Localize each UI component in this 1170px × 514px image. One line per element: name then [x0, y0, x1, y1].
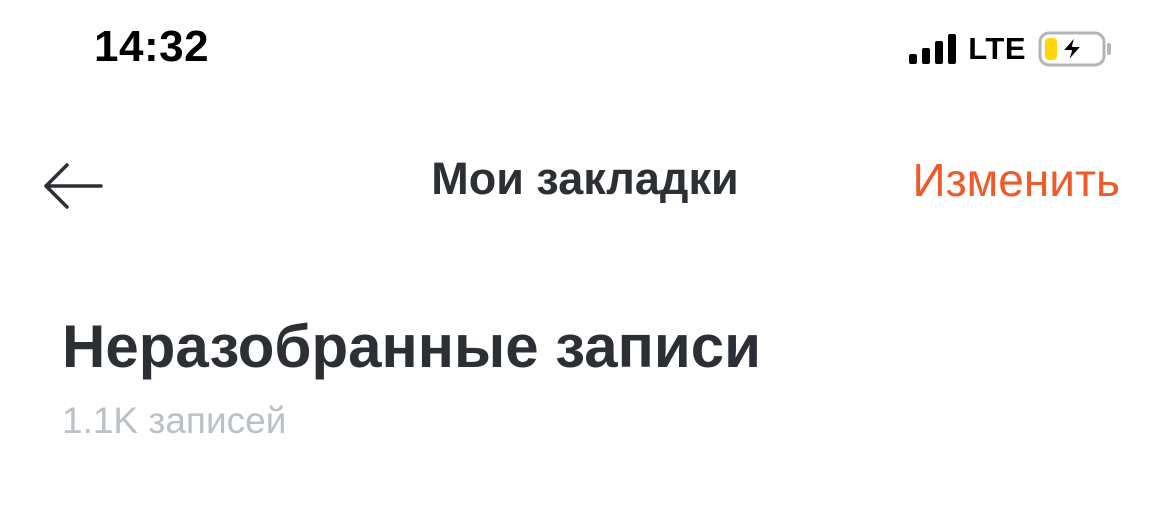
bookmarks-screen: 14:32 LTE Мои закладки Изменить Неразобр…	[0, 0, 1170, 514]
edit-button[interactable]: Изменить	[913, 153, 1121, 207]
battery-charging-icon	[1038, 31, 1114, 67]
cellular-signal-icon	[909, 34, 957, 64]
status-time: 14:32	[94, 22, 210, 71]
section-record-count: 1.1K записей	[62, 400, 287, 441]
network-type: LTE	[968, 31, 1026, 66]
section-title[interactable]: Неразобранные записи	[62, 312, 761, 381]
status-indicators: LTE	[909, 28, 1114, 70]
